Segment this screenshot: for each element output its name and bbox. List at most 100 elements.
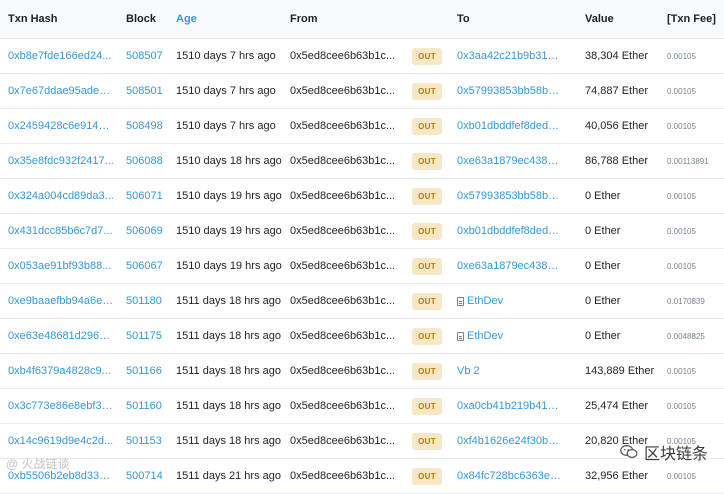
direction-badge: OUT	[412, 222, 442, 240]
from-address: 0x5ed8cee6b63b1c...	[290, 120, 394, 132]
block-link[interactable]: 508507	[126, 50, 163, 62]
txn-hash-link[interactable]: 0xe9baaefbb94a6ee...	[8, 295, 114, 307]
watermark-right: 区块链条	[620, 440, 708, 464]
to-address-link[interactable]: EthDev	[467, 295, 503, 307]
table-row: 0xe9baaefbb94a6ee... 501180 1511 days 18 h…	[0, 284, 724, 319]
table-row: 0x14c9619d9e4c2d... 501153 1511 days 18 hr…	[0, 424, 724, 459]
txn-fee-text: 0.00105	[667, 471, 696, 481]
txn-hash-link[interactable]: 0xb8e7fde166ed24...	[8, 50, 111, 62]
block-link[interactable]: 506071	[126, 190, 163, 202]
direction-badge: OUT	[412, 257, 442, 275]
table-row: 0x324a004cd89da3... 506071 1510 days 19 hr…	[0, 179, 724, 214]
direction-badge: OUT	[412, 187, 442, 205]
header-txn-fee[interactable]: [Txn Fee]	[667, 0, 723, 38]
age-text: 1510 days 19 hrs ago	[176, 260, 282, 272]
table-row: 0xb8e7fde166ed24... 508507 1510 days 7 hrs…	[0, 39, 724, 74]
txn-hash-link[interactable]: 0x14c9619d9e4c2d...	[8, 435, 113, 447]
value-text: 143,889 Ether	[585, 365, 655, 377]
age-text: 1511 days 18 hrs ago	[176, 330, 281, 342]
direction-badge: OUT	[412, 152, 442, 170]
txn-fee-text: 0.00105	[667, 226, 696, 236]
from-address: 0x5ed8cee6b63b1c...	[290, 330, 394, 342]
block-link[interactable]: 501160	[126, 400, 162, 412]
watermark-right-label: 区块链条	[643, 446, 708, 463]
to-address-link[interactable]: EthDev	[467, 330, 503, 342]
table-row: 0xb5506b2eb8d3344... 500714 1511 days 21 h…	[0, 459, 724, 494]
transactions-table: Txn Hash Block Age From To Value [Txn Fe…	[0, 0, 724, 494]
header-to: To	[457, 13, 470, 25]
to-address-link[interactable]: 0x57993853bb58ba...	[457, 190, 561, 202]
txn-hash-link[interactable]: 0x35e8fdc932f2417...	[8, 155, 114, 167]
txn-fee-text: 0.00105	[667, 86, 696, 96]
age-text: 1510 days 7 hrs ago	[176, 50, 276, 62]
from-address: 0x5ed8cee6b63b1c...	[290, 155, 394, 167]
value-text: 25,474 Ether	[585, 400, 648, 412]
to-address-link[interactable]: 0x57993853bb58ba...	[457, 85, 561, 97]
age-text: 1510 days 19 hrs ago	[176, 225, 282, 237]
to-address-link[interactable]: 0xb01dbddfef8dedb...	[457, 225, 561, 237]
txn-fee-text: 0.0048825	[667, 331, 705, 341]
from-address: 0x5ed8cee6b63b1c...	[290, 50, 394, 62]
direction-badge: OUT	[412, 362, 442, 380]
from-address: 0x5ed8cee6b63b1c...	[290, 365, 394, 377]
block-link[interactable]: 508498	[126, 120, 163, 132]
header-from: From	[290, 13, 318, 25]
block-link[interactable]: 501180	[126, 295, 162, 307]
txn-fee-text: 0.00105	[667, 121, 696, 131]
to-address-link[interactable]: 0xe63a1879ec438fd...	[457, 260, 561, 272]
table-row: 0xb4f6379a4828c9... 501166 1511 days 18 hr…	[0, 354, 724, 389]
direction-badge: OUT	[412, 292, 442, 310]
value-text: 0 Ether	[585, 295, 621, 307]
header-age-toggle[interactable]: Age	[176, 0, 286, 38]
to-address-link[interactable]: 0xa0cb41b219b416...	[457, 400, 561, 412]
value-text: 86,788 Ether	[585, 155, 648, 167]
block-link[interactable]: 501166	[126, 365, 162, 377]
from-address: 0x5ed8cee6b63b1c...	[290, 400, 394, 412]
to-address-link[interactable]: 0xb01dbddfef8dedb...	[457, 120, 561, 132]
txn-fee-text: 0.0170839	[667, 296, 705, 306]
block-link[interactable]: 506069	[126, 225, 163, 237]
block-link[interactable]: 506067	[126, 260, 163, 272]
txn-hash-link[interactable]: 0x7e67ddae95ade0...	[8, 85, 114, 97]
header-value: Value	[585, 13, 614, 25]
header-txn-hash: Txn Hash	[8, 13, 58, 25]
table-row: 0xe63e48681d2969... 501175 1511 days 18 hr…	[0, 319, 724, 354]
value-text: 0 Ether	[585, 190, 621, 202]
direction-badge: OUT	[412, 117, 442, 135]
txn-fee-text: 0.00105	[667, 191, 696, 201]
to-address-link[interactable]: 0x3aa42c21b9b31c...	[457, 50, 561, 62]
from-address: 0x5ed8cee6b63b1c...	[290, 190, 394, 202]
direction-badge: OUT	[412, 327, 442, 345]
table-row: 0x35e8fdc932f2417... 506088 1510 days 18 h…	[0, 144, 724, 179]
value-text: 38,304 Ether	[585, 50, 648, 62]
table-header: Txn Hash Block Age From To Value [Txn Fe…	[0, 0, 724, 39]
direction-badge: OUT	[412, 82, 442, 100]
age-text: 1511 days 18 hrs ago	[176, 295, 281, 307]
value-text: 32,956 Ether	[585, 470, 648, 482]
direction-badge: OUT	[412, 397, 442, 415]
age-text: 1511 days 21 hrs ago	[176, 470, 281, 482]
block-link[interactable]: 501153	[126, 435, 162, 447]
txn-hash-link[interactable]: 0x324a004cd89da3...	[8, 190, 114, 202]
txn-fee-text: 0.00113891	[667, 156, 709, 166]
to-address-link[interactable]: 0x84fc728bc6363e6...	[457, 470, 561, 482]
to-address-link[interactable]: 0xf4b1626e24f30bc...	[457, 435, 561, 447]
block-link[interactable]: 500714	[126, 470, 163, 482]
to-address-link[interactable]: 0xe63a1879ec438fd...	[457, 155, 561, 167]
age-text: 1511 days 18 hrs ago	[176, 435, 281, 447]
txn-fee-text: 0.00105	[667, 366, 696, 376]
from-address: 0x5ed8cee6b63b1c...	[290, 260, 394, 272]
table-row: 0x053ae91bf93b88... 506067 1510 days 19 hr…	[0, 249, 724, 284]
to-address-link[interactable]: Vb 2	[457, 365, 480, 377]
block-link[interactable]: 508501	[126, 85, 163, 97]
block-link[interactable]: 501175	[126, 330, 162, 342]
txn-hash-link[interactable]: 0x431dcc85b6c7d7...	[8, 225, 113, 237]
block-link[interactable]: 506088	[126, 155, 163, 167]
txn-hash-link[interactable]: 0xe63e48681d2969...	[8, 330, 114, 342]
txn-hash-link[interactable]: 0x3c773e86e8ebf30...	[8, 400, 114, 412]
direction-badge: OUT	[412, 47, 442, 65]
txn-hash-link[interactable]: 0x053ae91bf93b88...	[8, 260, 111, 272]
from-address: 0x5ed8cee6b63b1c...	[290, 225, 394, 237]
txn-hash-link[interactable]: 0xb4f6379a4828c9...	[8, 365, 111, 377]
txn-hash-link[interactable]: 0x2459428c6e9146f...	[8, 120, 114, 132]
